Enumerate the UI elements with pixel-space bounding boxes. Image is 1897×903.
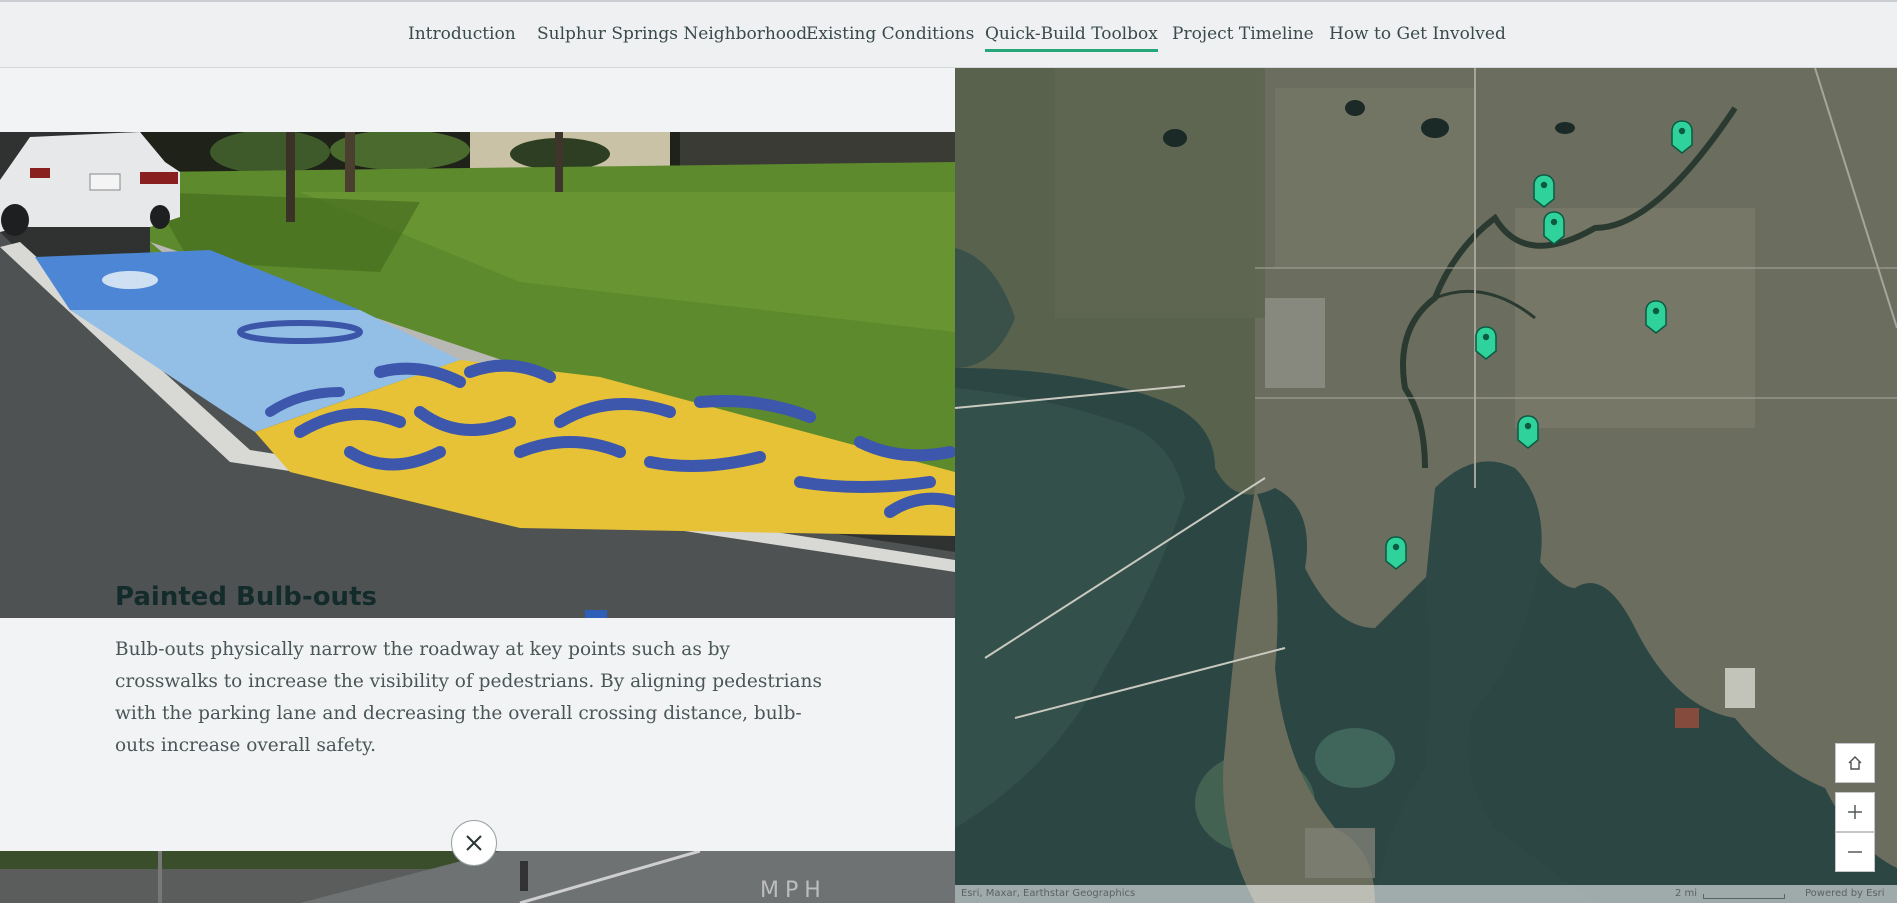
map-marker-4[interactable]: [1645, 300, 1667, 334]
nav-project-timeline[interactable]: Project Timeline: [1172, 24, 1314, 49]
map-scale-label: 2 mi: [1675, 888, 1698, 899]
map-marker-7[interactable]: [1385, 536, 1407, 570]
section-title: Painted Bulb-outs: [115, 582, 377, 612]
map-marker-2[interactable]: [1533, 174, 1555, 208]
map-marker-6[interactable]: [1517, 415, 1539, 449]
section-description: Bulb-outs physically narrow the roadway …: [115, 639, 822, 756]
nav-quick-build-toolbox[interactable]: Quick-Build Toolbox: [985, 24, 1158, 52]
nav-sulphur-springs-neighborhood[interactable]: Sulphur Springs Neighborhood: [537, 24, 807, 49]
map-attribution-bar: Esri, Maxar, Earthstar Geographics 2 mi …: [955, 885, 1897, 903]
map-scale-bar: [1703, 894, 1785, 899]
map-marker-5[interactable]: [1475, 326, 1497, 360]
road-speed-marking: MPH: [760, 878, 827, 903]
close-icon: [466, 835, 482, 851]
top-navigation: Introduction Sulphur Springs Neighborhoo…: [0, 0, 1897, 68]
nav-introduction[interactable]: Introduction: [408, 24, 516, 49]
map-zoom-out-button[interactable]: [1835, 832, 1875, 872]
plus-icon: [1848, 805, 1862, 819]
map-marker-1[interactable]: [1671, 120, 1693, 154]
bulb-out-photo: [0, 132, 955, 618]
map-home-button[interactable]: [1835, 743, 1875, 783]
story-panel: Painted Bulb-outs Bulb-outs physically n…: [0, 68, 955, 903]
powered-by-esri[interactable]: Powered by Esri: [1805, 888, 1885, 899]
map-zoom-in-button[interactable]: [1835, 792, 1875, 832]
nav-how-to-get-involved[interactable]: How to Get Involved: [1329, 24, 1506, 49]
close-button[interactable]: [451, 820, 497, 866]
map-attribution[interactable]: Esri, Maxar, Earthstar Geographics: [961, 888, 1135, 899]
satellite-map[interactable]: [955, 68, 1897, 903]
home-icon: [1848, 756, 1862, 770]
map-marker-3[interactable]: [1543, 211, 1565, 245]
nav-existing-conditions[interactable]: Existing Conditions: [806, 24, 974, 49]
minus-icon: [1848, 851, 1862, 853]
